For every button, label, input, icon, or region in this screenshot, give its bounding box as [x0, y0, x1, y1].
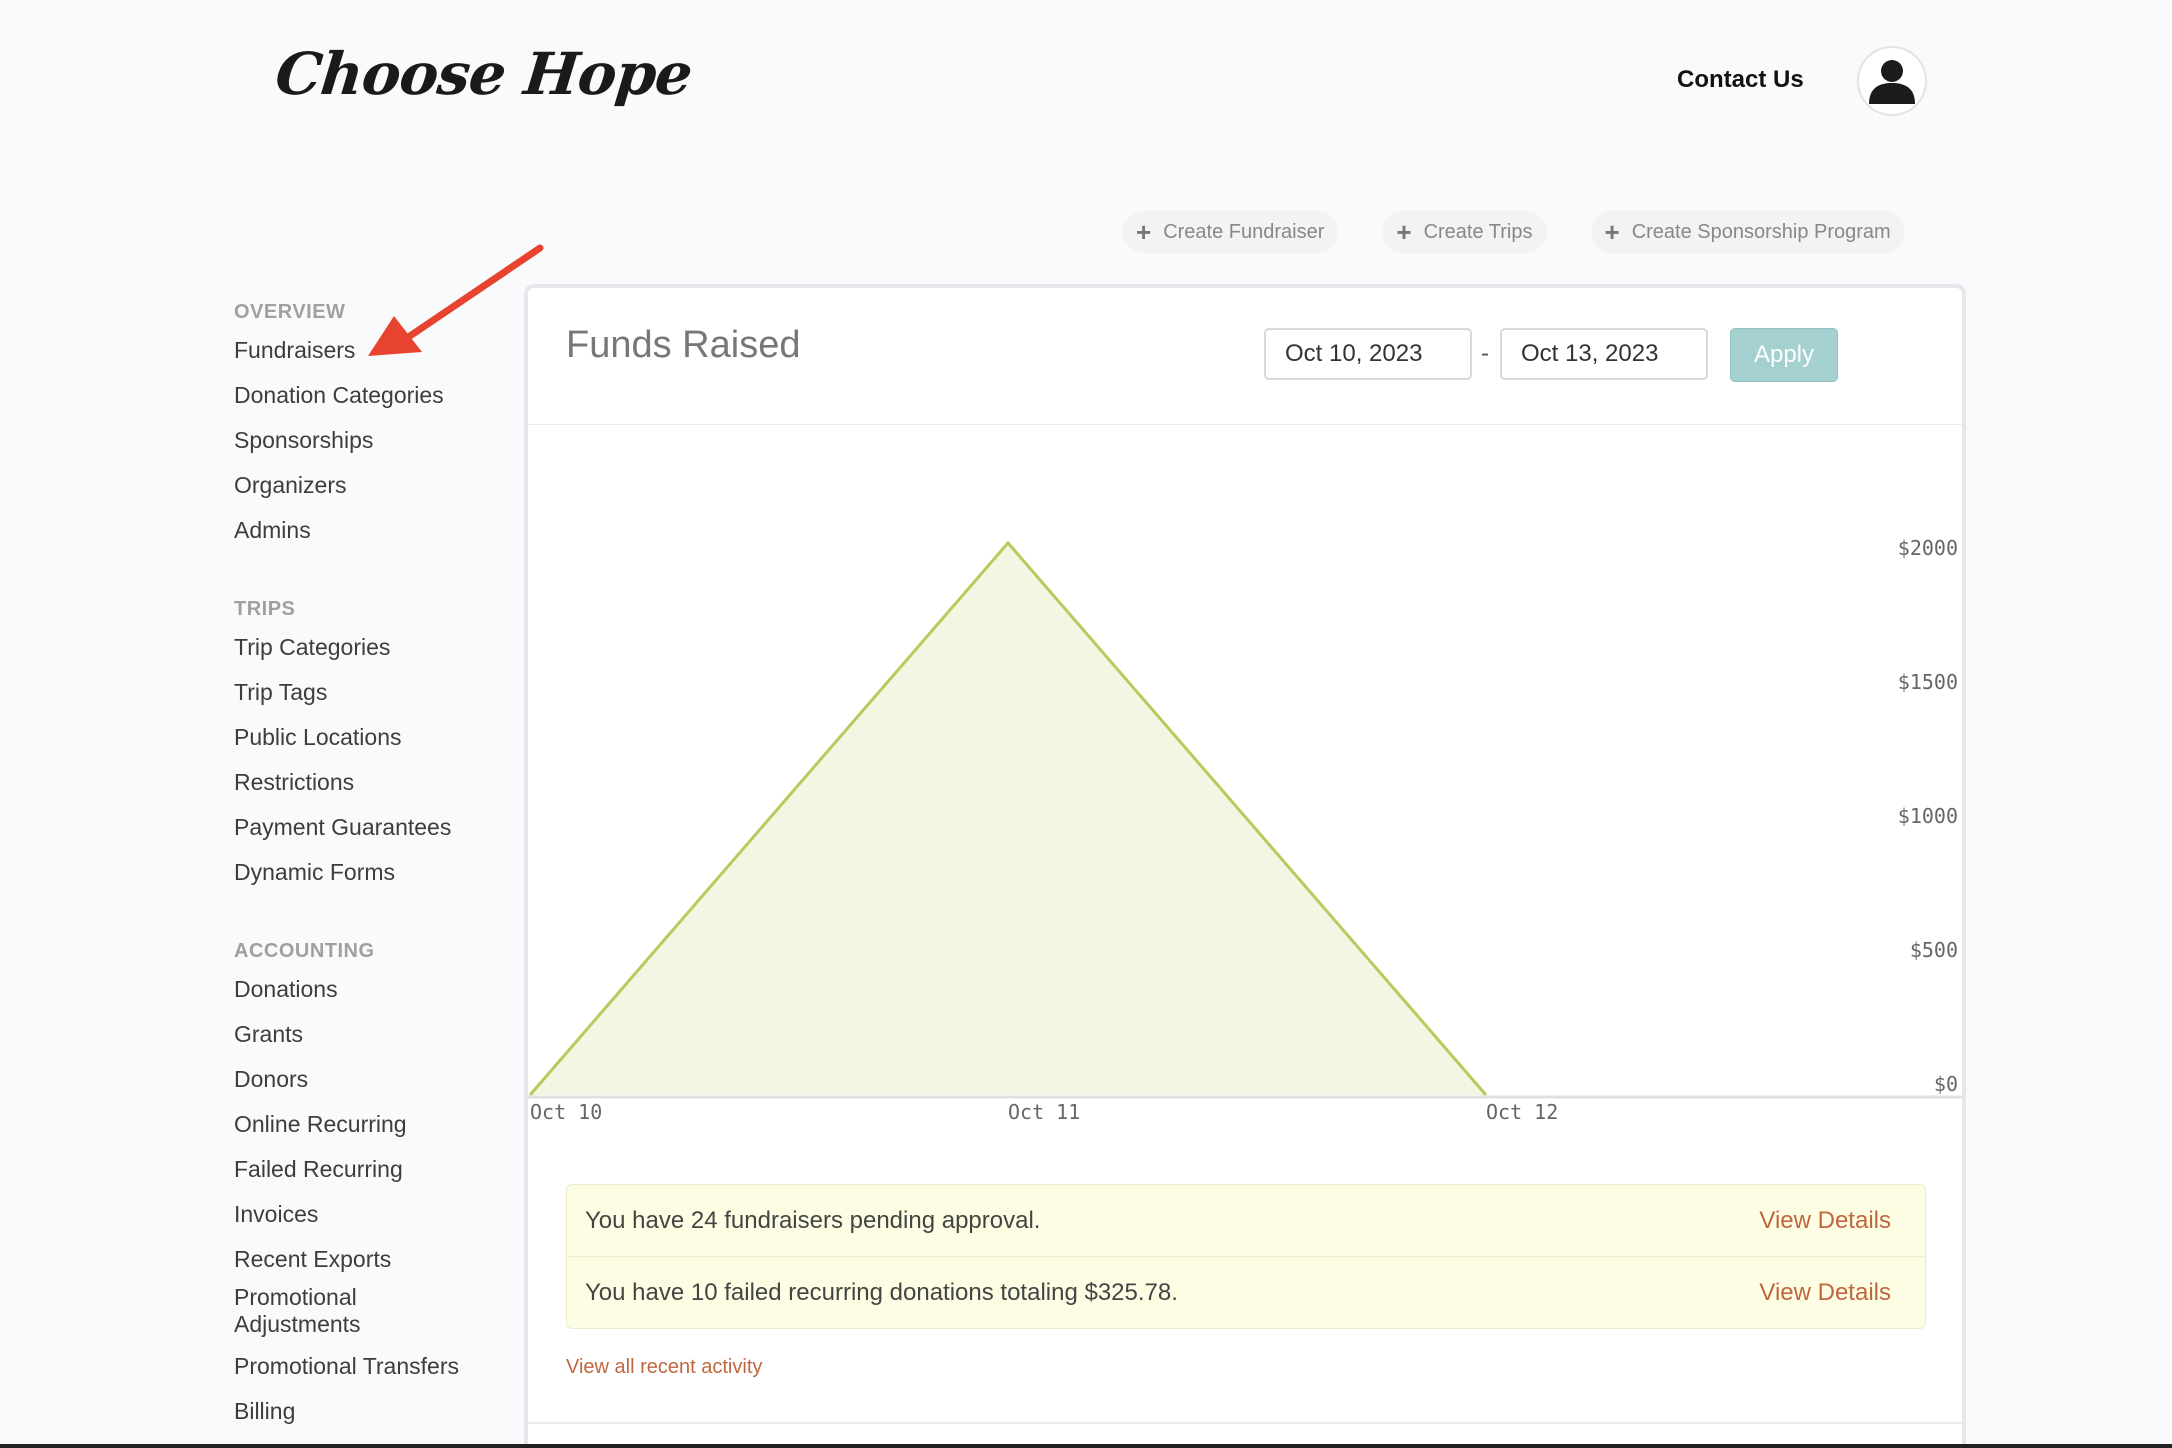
- alert-pending-fundraisers: You have 24 fundraisers pending approval…: [567, 1185, 1925, 1256]
- y-tick-label: $0: [1934, 1072, 1958, 1096]
- y-tick-label: $1000: [1898, 804, 1958, 828]
- sidebar-item-organizers[interactable]: Organizers: [234, 465, 494, 510]
- alert-text: You have 24 fundraisers pending approval…: [585, 1207, 1041, 1234]
- sidebar-item-dynamic-forms[interactable]: Dynamic Forms: [234, 852, 494, 897]
- sidebar-item-failed-recurring[interactable]: Failed Recurring: [234, 1149, 494, 1194]
- window-bottom-edge: [0, 1444, 2172, 1448]
- x-tick-label: Oct 10: [530, 1100, 602, 1124]
- nav-heading-trips: TRIPS: [234, 598, 296, 620]
- page: Choose Hope Contact Us + Create Fundrais…: [0, 0, 2172, 1448]
- create-sponsorship-program-label: Create Sponsorship Program: [1631, 220, 1891, 243]
- alert-failed-recurring: You have 10 failed recurring donations t…: [567, 1256, 1925, 1328]
- x-tick-label: Oct 12: [1486, 1100, 1558, 1124]
- sidebar-item-trip-tags[interactable]: Trip Tags: [234, 672, 494, 717]
- create-trips-label: Create Trips: [1423, 220, 1533, 243]
- view-all-recent-activity-link[interactable]: View all recent activity: [566, 1356, 762, 1379]
- panel-bottom-divider: [528, 1422, 1962, 1424]
- user-avatar[interactable]: [1857, 46, 1927, 116]
- create-sponsorship-program-button[interactable]: + Create Sponsorship Program: [1590, 211, 1905, 253]
- sidebar-item-donors[interactable]: Donors: [234, 1059, 494, 1104]
- create-trips-button[interactable]: + Create Trips: [1382, 211, 1547, 253]
- sidebar-item-billing[interactable]: Billing: [234, 1391, 494, 1436]
- sidebar-item-sponsorships[interactable]: Sponsorships: [234, 420, 494, 465]
- view-details-link[interactable]: View Details: [1759, 1257, 1891, 1328]
- create-fundraiser-label: Create Fundraiser: [1163, 220, 1325, 243]
- funds-raised-chart: Oct 10 Oct 11 Oct 12 $0 $500 $1000 $1500 $2000: [528, 536, 1962, 1124]
- create-fundraiser-button[interactable]: + Create Fundraiser: [1122, 211, 1339, 253]
- sidebar-item-admins[interactable]: Admins: [234, 510, 494, 555]
- panel-title: Funds Raised: [566, 324, 801, 366]
- sidebar-item-trip-categories[interactable]: Trip Categories: [234, 627, 494, 672]
- sidebar-item-donations[interactable]: Donations: [234, 969, 494, 1014]
- chart-area-fill: [530, 542, 1486, 1095]
- y-tick-label: $2000: [1898, 536, 1958, 560]
- sidebar-item-recent-exports[interactable]: Recent Exports: [234, 1239, 494, 1284]
- alert-text: You have 10 failed recurring donations t…: [585, 1279, 1178, 1306]
- sidebar-nav: OVERVIEW Fundraisers Donation Categories…: [234, 294, 494, 1436]
- plus-icon: +: [1136, 217, 1152, 247]
- quick-actions: + Create Fundraiser + Create Trips + Cre…: [1122, 211, 1905, 253]
- sidebar-item-invoices[interactable]: Invoices: [234, 1194, 494, 1239]
- sidebar-item-restrictions[interactable]: Restrictions: [234, 762, 494, 807]
- plus-icon: +: [1604, 217, 1620, 247]
- view-details-link[interactable]: View Details: [1759, 1185, 1891, 1256]
- date-separator: -: [1481, 340, 1489, 367]
- sidebar-item-payment-guarantees[interactable]: Payment Guarantees: [234, 807, 494, 852]
- end-date-input[interactable]: [1500, 328, 1708, 380]
- start-date-input[interactable]: [1264, 328, 1472, 380]
- contact-us-link[interactable]: Contact Us: [1677, 66, 1804, 94]
- logo[interactable]: Choose Hope: [272, 40, 695, 108]
- alerts-box: You have 24 fundraisers pending approval…: [566, 1184, 1926, 1329]
- funds-raised-panel: Funds Raised - Apply Oct 10 Oct 11 Oct 12 …: [524, 284, 1966, 1448]
- plus-icon: +: [1396, 217, 1412, 247]
- sidebar-item-promotional-adjustments[interactable]: Promotional Adjustments: [234, 1284, 394, 1346]
- sidebar-item-public-locations[interactable]: Public Locations: [234, 717, 494, 762]
- annotation-arrow-icon: [368, 244, 544, 356]
- x-tick-label: Oct 11: [1008, 1100, 1080, 1124]
- sidebar-item-online-recurring[interactable]: Online Recurring: [234, 1104, 494, 1149]
- y-tick-label: $500: [1910, 938, 1958, 962]
- sidebar-item-promotional-transfers[interactable]: Promotional Transfers: [234, 1346, 494, 1391]
- sidebar-item-donation-categories[interactable]: Donation Categories: [234, 375, 494, 420]
- user-icon: [1869, 60, 1915, 104]
- sidebar-item-grants[interactable]: Grants: [234, 1014, 494, 1059]
- y-tick-label: $1500: [1898, 670, 1958, 694]
- nav-heading-accounting: ACCOUNTING: [234, 940, 375, 962]
- apply-button[interactable]: Apply: [1730, 328, 1838, 382]
